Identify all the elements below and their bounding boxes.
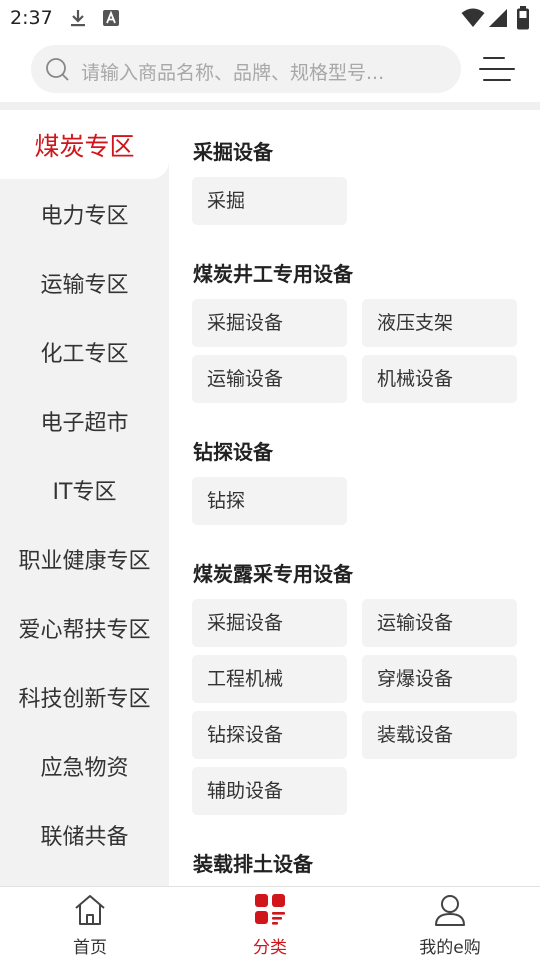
section-title: 装载排土设备 bbox=[193, 852, 313, 876]
subcategory-chip[interactable]: 机械设备 bbox=[362, 355, 517, 403]
subcategory-chip[interactable]: 辅助设备 bbox=[192, 767, 347, 815]
font-icon bbox=[102, 9, 120, 31]
search-header: 请输入商品名称、品牌、规格型号... bbox=[0, 36, 540, 102]
search-icon bbox=[45, 57, 71, 87]
subcategory-chip[interactable]: 运输设备 bbox=[192, 355, 347, 403]
section-title: 采掘设备 bbox=[193, 140, 273, 164]
sidebar-item-joint-reserve[interactable]: 联储共备 bbox=[0, 800, 169, 869]
nav-label-category: 分类 bbox=[253, 938, 287, 958]
category-icon bbox=[252, 892, 288, 932]
subcategory-chip[interactable]: 采掘设备 bbox=[192, 599, 347, 647]
battery-icon bbox=[516, 6, 530, 34]
menu-button[interactable] bbox=[477, 50, 517, 88]
user-icon bbox=[432, 892, 468, 932]
sidebar-item-transport[interactable]: 运输专区 bbox=[0, 248, 169, 317]
sidebar-item-it[interactable]: IT专区 bbox=[0, 455, 169, 524]
sidebar-item-occupational-health[interactable]: 职业健康专区 bbox=[0, 524, 169, 593]
nav-category[interactable]: 分类 bbox=[200, 887, 340, 960]
sidebar-item-tech-innovation[interactable]: 科技创新专区 bbox=[0, 662, 169, 731]
nav-label-home: 首页 bbox=[73, 938, 107, 958]
download-icon bbox=[68, 8, 88, 32]
signal-icon bbox=[488, 8, 508, 32]
subcategory-chip[interactable]: 采掘设备 bbox=[192, 299, 347, 347]
subcategory-chip[interactable]: 穿爆设备 bbox=[362, 655, 517, 703]
sidebar-item-power[interactable]: 电力专区 bbox=[0, 179, 169, 248]
subcategory-chip[interactable]: 钻探设备 bbox=[192, 711, 347, 759]
section-title: 煤炭井工专用设备 bbox=[193, 262, 353, 286]
search-placeholder: 请输入商品名称、品牌、规格型号... bbox=[81, 62, 385, 84]
header-divider bbox=[0, 102, 540, 110]
section-title: 煤炭露采专用设备 bbox=[193, 562, 353, 586]
category-sidebar: 煤炭专区 电力专区 运输专区 化工专区 电子超市 IT专区 职业健康专区 爱心帮… bbox=[0, 110, 169, 886]
subcategory-chip[interactable]: 液压支架 bbox=[362, 299, 517, 347]
subcategory-chip[interactable]: 运输设备 bbox=[362, 599, 517, 647]
home-icon bbox=[72, 892, 108, 932]
sidebar-item-electronics-market[interactable]: 电子超市 bbox=[0, 386, 169, 455]
status-time: 2:37 bbox=[10, 7, 53, 29]
subcategory-panel: 采掘设备 采掘 煤炭井工专用设备 采掘设备 液压支架 运输设备 机械设备 钻探设… bbox=[169, 110, 540, 886]
sidebar-item-charity-support[interactable]: 爱心帮扶专区 bbox=[0, 593, 169, 662]
sidebar-item-chemical[interactable]: 化工专区 bbox=[0, 317, 169, 386]
nav-home[interactable]: 首页 bbox=[20, 887, 160, 960]
status-bar: 2:37 bbox=[0, 0, 540, 36]
subcategory-chip[interactable]: 钻探 bbox=[192, 477, 347, 525]
bottom-nav: 首页 分类 我的e购 bbox=[0, 886, 540, 960]
search-input[interactable]: 请输入商品名称、品牌、规格型号... bbox=[31, 45, 461, 93]
sidebar-item-coal[interactable]: 煤炭专区 bbox=[0, 110, 169, 179]
section-title: 钻探设备 bbox=[193, 440, 273, 464]
subcategory-chip[interactable]: 装载设备 bbox=[362, 711, 517, 759]
nav-my-egou[interactable]: 我的e购 bbox=[380, 887, 520, 960]
sidebar-item-emergency-supplies[interactable]: 应急物资 bbox=[0, 731, 169, 800]
wifi-icon bbox=[461, 8, 485, 32]
subcategory-chip[interactable]: 工程机械 bbox=[192, 655, 347, 703]
subcategory-chip[interactable]: 采掘 bbox=[192, 177, 347, 225]
nav-label-my-egou: 我的e购 bbox=[419, 938, 481, 958]
